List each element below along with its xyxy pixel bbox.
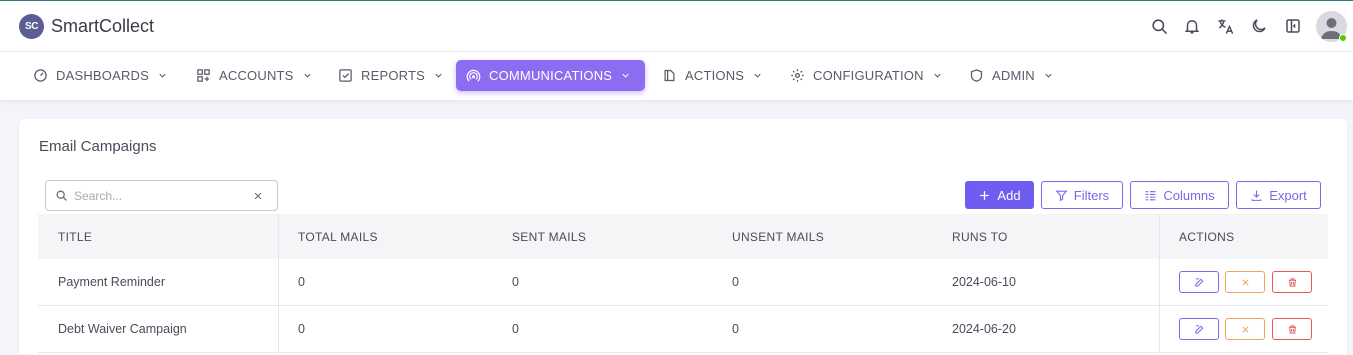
shield-icon	[970, 69, 983, 82]
page-title: Email Campaigns	[39, 138, 157, 155]
search-icon	[55, 189, 68, 202]
search-input[interactable]	[74, 188, 244, 203]
delete-button[interactable]	[1272, 271, 1312, 293]
nav-label: ACCOUNTS	[219, 68, 294, 83]
nav-label: CONFIGURATION	[813, 68, 924, 83]
nav-label: DASHBOARDS	[56, 68, 150, 83]
clear-search-icon[interactable]	[253, 191, 263, 201]
accounts-icon	[197, 69, 210, 82]
bell-icon[interactable]	[1182, 16, 1202, 36]
communications-icon	[466, 69, 481, 82]
cell-runs-to: 2024-06-20	[952, 322, 1016, 336]
export-button[interactable]: Export	[1236, 181, 1321, 209]
filters-button-label: Filters	[1073, 187, 1110, 203]
columns-button[interactable]: Columns	[1130, 181, 1229, 209]
search-icon[interactable]	[1149, 16, 1169, 36]
cell-sent-mails: 0	[512, 275, 519, 289]
edit-button[interactable]	[1179, 318, 1219, 340]
logo: SC	[19, 14, 44, 39]
nav-item-configuration[interactable]: CONFIGURATION	[780, 60, 953, 91]
cancel-icon	[1242, 326, 1248, 332]
column-header-title[interactable]: TITLE	[58, 214, 92, 259]
column-header-total-mails[interactable]: TOTAL MAILS	[298, 214, 378, 259]
delete-icon	[1288, 277, 1296, 287]
translate-icon[interactable]	[1215, 16, 1235, 36]
add-button-label: Add	[997, 187, 1021, 203]
online-status-dot	[1339, 34, 1347, 42]
column-header-sent-mails[interactable]: SENT MAILS	[512, 214, 586, 259]
chevron-down-icon	[303, 73, 311, 78]
add-button[interactable]: Add	[965, 181, 1034, 209]
edit-icon	[1194, 277, 1203, 287]
chevron-down-icon	[754, 73, 761, 78]
nav-label: REPORTS	[361, 68, 426, 83]
column-header-actions: ACTIONS	[1179, 229, 1235, 244]
search-box[interactable]	[45, 180, 278, 211]
table-row[interactable]: Payment Reminder 0 0 0 2024-06-10	[38, 259, 1328, 306]
app-name: SmartCollect	[51, 16, 155, 36]
nav-label: ACTIONS	[685, 68, 745, 83]
actions-icon	[664, 69, 675, 82]
sidebar-toggle-icon[interactable]	[1283, 16, 1303, 36]
cancel-button[interactable]	[1225, 271, 1265, 293]
cancel-button[interactable]	[1225, 318, 1265, 340]
table-row[interactable]: Debt Waiver Campaign 0 0 0 2024-06-20	[38, 306, 1328, 353]
nav-item-communications[interactable]: COMMUNICATIONS	[456, 60, 645, 91]
nav-label: ADMIN	[992, 68, 1035, 83]
nav-label: COMMUNICATIONS	[489, 68, 613, 83]
nav-item-actions[interactable]: ACTIONS	[652, 60, 773, 91]
delete-button[interactable]	[1272, 318, 1312, 340]
edit-icon	[1194, 324, 1203, 334]
gear-icon	[791, 69, 804, 82]
cancel-icon	[1242, 279, 1248, 285]
table-header: TITLE TOTAL MAILS SENT MAILS UNSENT MAIL…	[38, 214, 1328, 259]
nav-item-dashboards[interactable]: DASHBOARDS	[23, 60, 178, 91]
cell-sent-mails: 0	[512, 322, 519, 336]
reports-icon	[339, 69, 352, 82]
nav-item-accounts[interactable]: ACCOUNTS	[186, 60, 323, 91]
cell-unsent-mails: 0	[732, 322, 739, 336]
delete-icon	[1288, 324, 1296, 334]
chevron-down-icon	[622, 73, 629, 78]
cell-title: Debt Waiver Campaign	[58, 322, 187, 336]
column-header-runs-to[interactable]: RUNS TO	[952, 214, 1008, 259]
columns-icon	[1145, 190, 1156, 200]
chevron-down-icon	[934, 73, 941, 78]
top-bar: SC SmartCollect	[0, 0, 1353, 52]
chevron-down-icon	[435, 73, 442, 78]
moon-icon[interactable]	[1249, 16, 1269, 36]
cell-total-mails: 0	[298, 322, 305, 336]
chevron-down-icon	[159, 73, 166, 78]
main-nav: DASHBOARDS ACCOUNTS REPORTS COMMUNICATIO…	[0, 52, 1353, 100]
email-campaigns-card: Email Campaigns Add Filters Columns Expo…	[19, 119, 1347, 355]
chevron-down-icon	[1045, 73, 1052, 78]
download-icon	[1251, 190, 1262, 201]
plus-icon	[980, 190, 990, 200]
export-button-label: Export	[1269, 187, 1307, 203]
nav-item-reports[interactable]: REPORTS	[328, 60, 454, 91]
dashboard-icon	[34, 69, 47, 82]
nav-item-admin[interactable]: ADMIN	[959, 60, 1064, 91]
filter-icon	[1055, 190, 1068, 201]
filters-button[interactable]: Filters	[1041, 181, 1123, 209]
cell-runs-to: 2024-06-10	[952, 275, 1016, 289]
edit-button[interactable]	[1179, 271, 1219, 293]
brand[interactable]: SC SmartCollect	[19, 14, 154, 39]
column-header-unsent-mails[interactable]: UNSENT MAILS	[732, 214, 824, 259]
columns-button-label: Columns	[1163, 187, 1215, 203]
cell-unsent-mails: 0	[732, 275, 739, 289]
cell-total-mails: 0	[298, 275, 305, 289]
cell-title: Payment Reminder	[58, 275, 165, 289]
